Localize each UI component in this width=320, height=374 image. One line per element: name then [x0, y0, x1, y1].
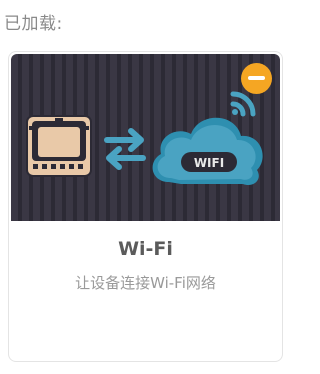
remove-extension-button[interactable] — [241, 63, 272, 94]
device-board-icon — [26, 115, 92, 177]
cloud-icon: WIFI — [152, 117, 263, 186]
loaded-extensions-label: 已加载: — [4, 14, 63, 34]
wifi-cloud-illustration: WIFI — [26, 91, 263, 186]
cloud-label: WIFI — [194, 156, 224, 170]
extension-banner: WIFI — [11, 54, 280, 221]
minus-icon — [248, 76, 265, 80]
exchange-arrows-icon — [104, 128, 146, 170]
wifi-signal-icon — [230, 91, 256, 117]
extension-description: 让设备连接Wi-Fi网络 — [75, 274, 216, 292]
extension-card-wifi[interactable]: WIFI Wi-Fi 让设备连接Wi-Fi网络 — [8, 51, 283, 362]
extension-title: Wi-Fi — [118, 238, 173, 260]
